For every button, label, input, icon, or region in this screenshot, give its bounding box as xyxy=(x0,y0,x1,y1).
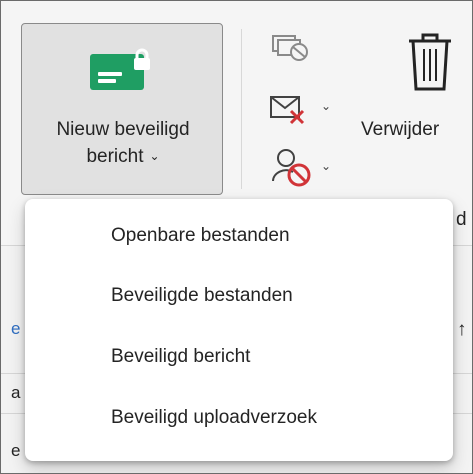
block-sender-chevron-icon[interactable]: ⌄ xyxy=(321,159,331,173)
background-text-fragment: e xyxy=(11,441,21,460)
secure-message-dropdown-menu: Openbare bestanden Beveiligde bestanden … xyxy=(25,199,453,461)
app-window: Nieuw beveiligd bericht ⌄ ⌄ ⌄ Verwijder … xyxy=(0,0,473,474)
delete-mail-icon[interactable] xyxy=(269,93,313,127)
ignore-conversation-icon[interactable] xyxy=(271,33,311,63)
new-secure-message-label: Nieuw beveiligd bericht ⌄ xyxy=(22,116,224,170)
delete-mail-chevron-icon[interactable]: ⌄ xyxy=(321,99,331,113)
ribbon-separator xyxy=(241,29,242,189)
menu-item-public-files[interactable]: Openbare bestanden xyxy=(25,207,453,265)
menu-item-secure-files[interactable]: Beveiligde bestanden xyxy=(25,267,453,325)
new-secure-message-line2: bericht xyxy=(86,146,144,167)
block-sender-icon[interactable] xyxy=(271,147,313,187)
menu-item-secure-message[interactable]: Beveiligd bericht xyxy=(25,328,453,386)
new-secure-message-button[interactable]: Nieuw beveiligd bericht ⌄ xyxy=(21,23,223,195)
new-secure-message-line2-row: bericht ⌄ xyxy=(22,143,224,170)
background-link-fragment: e xyxy=(11,319,21,338)
sort-arrow-icon: ↑ xyxy=(457,319,467,340)
chevron-down-icon: ⌄ xyxy=(149,149,160,163)
new-secure-message-line1: Nieuw beveiligd xyxy=(56,119,190,140)
delete-button-label[interactable]: Verwijder xyxy=(361,119,439,141)
background-text-fragment: a xyxy=(11,383,21,402)
background-text-fragment: d xyxy=(456,209,467,230)
menu-item-secure-upload-request[interactable]: Beveiligd uploadverzoek xyxy=(25,389,453,447)
trash-icon[interactable] xyxy=(403,31,457,93)
secure-envelope-icon xyxy=(90,48,150,90)
